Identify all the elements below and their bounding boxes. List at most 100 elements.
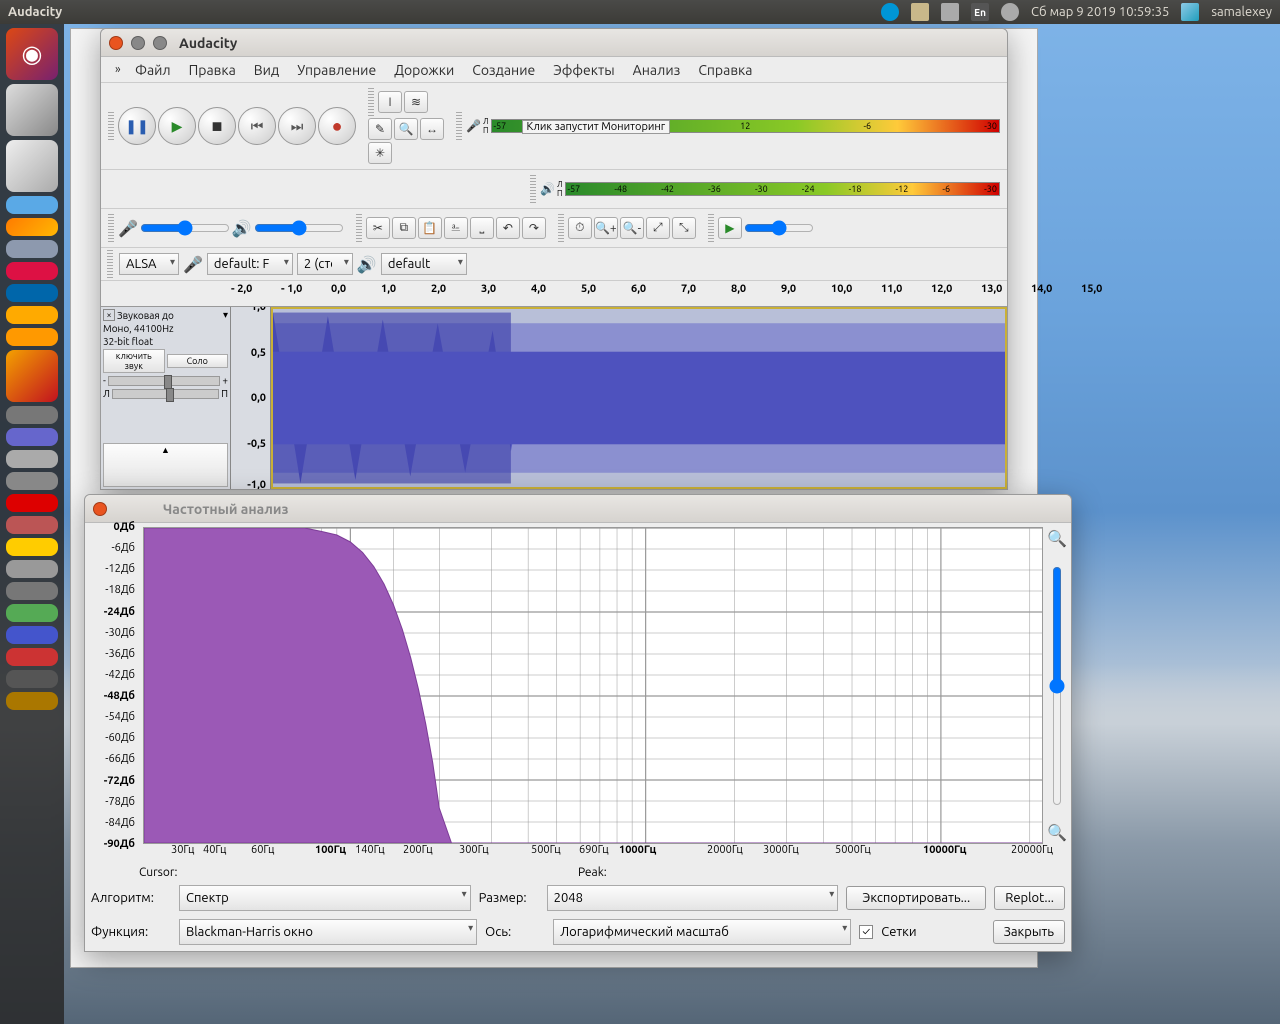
launcher-item[interactable] [6, 582, 58, 600]
launcher-item[interactable] [6, 428, 58, 446]
launcher-item[interactable] [6, 140, 58, 192]
draw-tool-icon[interactable]: ✎ [368, 118, 392, 140]
launcher-item[interactable] [6, 196, 58, 214]
record-meter-bar[interactable]: -57 -4 12 -6 -30 Клик запустит Мониторин… [491, 119, 1001, 133]
launcher-item[interactable] [6, 472, 58, 490]
clock[interactable]: Сб мар 9 2019 10:59:35 [1031, 5, 1169, 19]
launcher-item[interactable] [6, 626, 58, 644]
silence-icon[interactable]: ⎵ [470, 217, 494, 239]
menu-help[interactable]: Справка [690, 59, 760, 81]
menu-overflow-icon[interactable]: » [107, 60, 125, 79]
clipboard-icon[interactable] [911, 3, 929, 21]
toolbar-grip[interactable] [558, 214, 564, 242]
size-select[interactable] [547, 885, 839, 911]
toolbar-grip[interactable] [108, 214, 114, 242]
trim-icon[interactable]: ⎁ [444, 217, 468, 239]
menu-edit[interactable]: Правка [181, 59, 244, 81]
freq-titlebar[interactable]: Частотный анализ [85, 495, 1071, 523]
paste-icon[interactable]: 📋 [418, 217, 442, 239]
envelope-tool-icon[interactable]: ≋ [404, 91, 428, 113]
rec-volume-slider[interactable] [140, 220, 230, 236]
play-meter-bar[interactable]: -57-48-42-36-30-24-18-12-6-30 [565, 182, 1001, 196]
toolbar-grip[interactable] [108, 112, 114, 140]
toolbar-grip[interactable] [456, 112, 462, 140]
launcher-item[interactable] [6, 240, 58, 258]
launcher-item[interactable] [6, 604, 58, 622]
launcher-item[interactable] [6, 670, 58, 688]
rec-device-select[interactable] [207, 253, 293, 275]
launcher-item[interactable] [6, 516, 58, 534]
channels-select[interactable] [297, 253, 353, 275]
volume-icon[interactable] [1001, 3, 1019, 21]
menu-transport[interactable]: Управление [289, 59, 384, 81]
pause-button[interactable] [118, 107, 156, 145]
launcher-item[interactable] [6, 692, 58, 710]
replot-button[interactable]: Replot... [994, 886, 1065, 910]
timeshift-tool-icon[interactable]: ↔ [420, 118, 444, 140]
mute-button[interactable]: ключить звук [103, 349, 165, 373]
menu-tracks[interactable]: Дорожки [386, 59, 462, 81]
host-select[interactable] [119, 253, 179, 275]
skip-end-button[interactable] [278, 107, 316, 145]
zoom-out-icon[interactable]: 🔍 [1047, 823, 1067, 842]
sync-lock-icon[interactable]: ⏱ [568, 217, 592, 239]
zoom-in-icon[interactable]: 🔍+ [594, 217, 618, 239]
launcher-item[interactable] [6, 328, 58, 346]
zoom-sel-icon[interactable]: ⤢ [646, 217, 670, 239]
language-indicator[interactable]: En [971, 3, 989, 21]
close-icon[interactable] [93, 502, 107, 516]
undo-icon[interactable]: ↶ [496, 217, 520, 239]
zoom-in-icon[interactable]: 🔍 [1047, 529, 1067, 548]
username[interactable]: samalexey [1211, 5, 1272, 19]
launcher-item[interactable] [6, 218, 58, 236]
pan-slider[interactable] [112, 389, 219, 399]
algo-select[interactable] [179, 885, 471, 911]
zoom-fit-icon[interactable]: ⤡ [672, 217, 696, 239]
play-device-select[interactable] [381, 253, 467, 275]
play-button[interactable] [158, 107, 196, 145]
menu-view[interactable]: Вид [246, 59, 287, 81]
copy-icon[interactable]: ⧉ [392, 217, 416, 239]
play-volume-slider[interactable] [254, 220, 344, 236]
launcher-item[interactable] [6, 450, 58, 468]
menu-file[interactable]: Файл [127, 59, 179, 81]
timeline-ruler[interactable]: - 2,0- 1,00,01,02,03,04,05,06,07,08,09,0… [101, 281, 1007, 307]
redo-icon[interactable]: ↷ [522, 217, 546, 239]
launcher-item[interactable] [6, 284, 58, 302]
audacity-titlebar[interactable]: Audacity [101, 29, 1007, 57]
freq-plot[interactable] [143, 527, 1043, 844]
launcher-audacity-icon[interactable] [6, 350, 58, 402]
launcher-item[interactable] [6, 538, 58, 556]
toolbar-grip[interactable] [530, 175, 536, 203]
launcher-item[interactable] [6, 306, 58, 324]
close-button[interactable]: Закрыть [993, 920, 1065, 944]
zoom-out-icon[interactable]: 🔍- [620, 217, 644, 239]
dash-icon[interactable] [6, 28, 58, 80]
export-button[interactable]: Экспортировать... [846, 886, 986, 910]
launcher-item[interactable] [6, 648, 58, 666]
track-name[interactable]: Звуковая до [117, 310, 221, 321]
speed-slider[interactable] [744, 220, 814, 236]
toolbar-grip[interactable] [708, 214, 714, 242]
mic-icon[interactable]: 🎤 [466, 119, 481, 133]
menu-effects[interactable]: Эффекты [545, 59, 622, 81]
skip-start-button[interactable] [238, 107, 276, 145]
function-select[interactable] [179, 919, 477, 945]
collapse-button[interactable]: ▲ [103, 443, 228, 487]
close-icon[interactable] [109, 36, 123, 50]
record-button[interactable] [318, 107, 356, 145]
launcher-item[interactable] [6, 84, 58, 136]
waveform-display[interactable] [271, 307, 1007, 489]
zoom-tool-icon[interactable]: 🔍 [394, 118, 418, 140]
minimize-icon[interactable] [131, 36, 145, 50]
toolbar-grip[interactable] [356, 214, 362, 242]
toolbar-grip[interactable] [368, 88, 374, 116]
track-menu-icon[interactable]: ▾ [223, 309, 228, 321]
grid-checkbox[interactable]: ✓ [859, 925, 873, 939]
multi-tool-icon[interactable]: ✳ [368, 142, 392, 164]
user-avatar[interactable] [1181, 3, 1199, 21]
hp-icon[interactable] [881, 3, 899, 21]
stop-button[interactable] [198, 107, 236, 145]
track-close-icon[interactable]: × [103, 309, 115, 321]
solo-button[interactable]: Соло [167, 354, 229, 368]
